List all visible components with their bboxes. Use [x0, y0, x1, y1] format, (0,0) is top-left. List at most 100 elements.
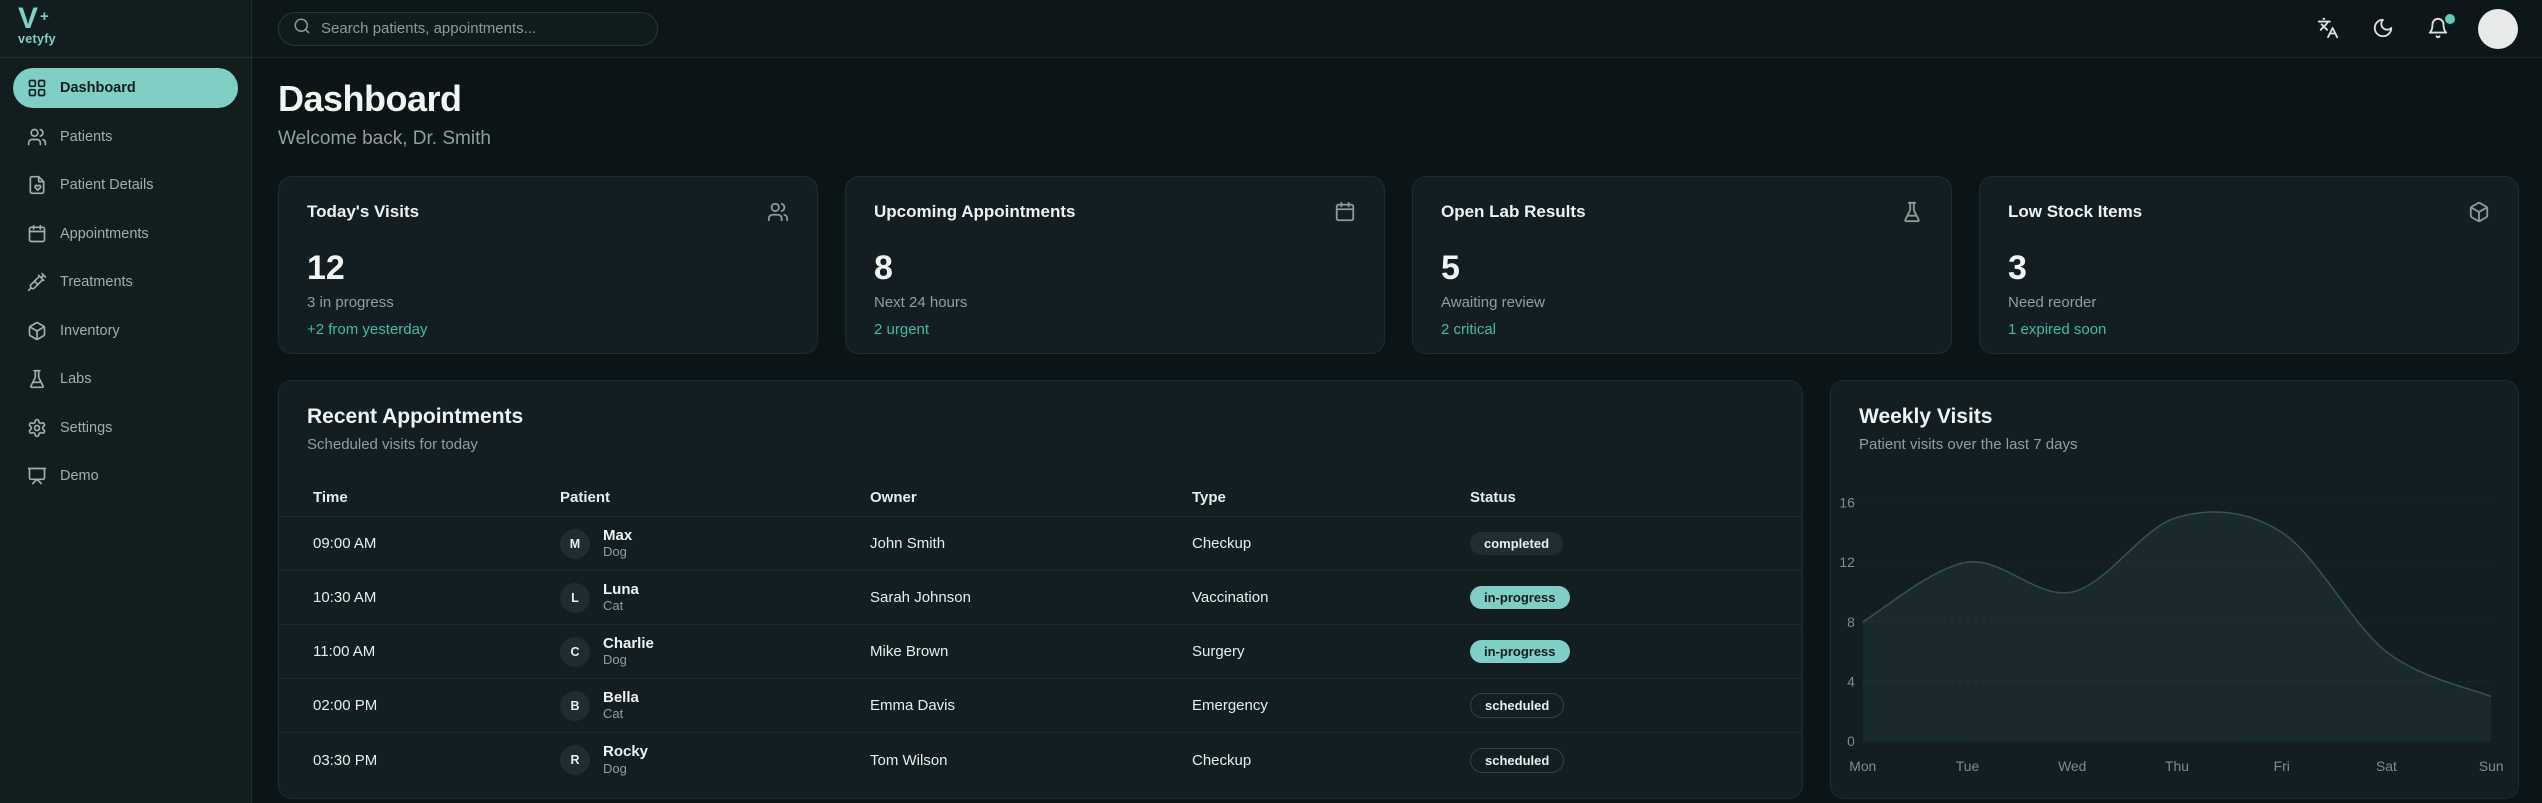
notification-dot [2445, 13, 2455, 24]
user-avatar[interactable] [2478, 8, 2518, 49]
search-icon [293, 17, 311, 40]
patient-avatar: R [560, 745, 590, 775]
sidebar-item-label: Appointments [60, 225, 149, 242]
sidebar-item-labs[interactable]: Labs [13, 359, 238, 399]
calendar-icon [27, 224, 47, 244]
svg-text:Wed: Wed [2058, 758, 2086, 774]
appointment-row-max[interactable]: 09:00 AM M Max Dog John Smith Checkup complete… [279, 517, 1802, 571]
search-input[interactable] [321, 20, 643, 37]
svg-text:Mon: Mon [1849, 758, 1876, 774]
brand-name: vetyfy [18, 32, 56, 46]
calendar-icon [1334, 201, 1356, 223]
recent-appointments-subtitle: Scheduled visits for today [307, 436, 478, 453]
sidebar-item-appointments[interactable]: Appointments [13, 214, 238, 254]
column-header-owner: Owner [870, 489, 917, 506]
notifications-button[interactable] [2427, 13, 2455, 41]
app-window: V + vetyfy Dashboard Patients Patient Detai… [0, 0, 2542, 803]
sidebar-item-inventory[interactable]: Inventory [13, 311, 238, 351]
stat-card-today-s-visits: Today's Visits 12 3 in progress +2 from yes… [278, 176, 818, 354]
svg-text:4: 4 [1847, 674, 1855, 690]
patient-species: Cat [603, 598, 624, 614]
stat-title: Low Stock Items [2008, 202, 2143, 221]
flask-icon [27, 369, 47, 389]
stat-value: 3 [2008, 249, 2027, 287]
topbar-actions [2317, 8, 2518, 49]
sidebar-item-label: Settings [60, 419, 113, 436]
patient-name: Rocky [603, 743, 649, 761]
table-body: 09:00 AM M Max Dog John Smith Checkup complete… [279, 517, 1802, 787]
appointment-type: Checkup [1192, 535, 1252, 552]
stat-subtext: Need reorder [2008, 294, 2097, 311]
main-column: Dashboard Welcome back, Dr. Smith Today'… [252, 0, 2542, 803]
moon-icon [2372, 17, 2394, 41]
stat-card-upcoming-appointments: Upcoming Appointments 8 Next 24 hours 2 urg… [845, 176, 1385, 354]
patient-name: Max [603, 526, 633, 544]
patient-species: Dog [603, 760, 627, 776]
page-subtitle: Welcome back, Dr. Smith [278, 128, 491, 149]
sidebar-item-patient-details[interactable]: Patient Details [13, 165, 238, 205]
content: Dashboard Welcome back, Dr. Smith Today'… [252, 58, 2542, 803]
status-badge: completed [1470, 532, 1564, 555]
patient-species: Dog [603, 544, 627, 560]
stat-note: 2 critical [1441, 321, 1497, 338]
svg-text:8: 8 [1847, 614, 1855, 630]
status-cell: scheduled [1470, 747, 1802, 773]
appointment-row-bella[interactable]: 02:00 PM B Bella Cat Emma Davis Emergency sche… [279, 679, 1802, 733]
patient-name: Bella [603, 688, 639, 706]
status-cell: scheduled [1470, 693, 1802, 718]
flask-icon [1901, 201, 1923, 223]
sidebar-item-label: Labs [60, 371, 92, 387]
appointment-type: Surgery [1192, 643, 1245, 660]
page-title: Dashboard [278, 78, 462, 119]
appointment-type: Vaccination [1192, 589, 1269, 606]
patient-avatar: L [560, 582, 590, 613]
sidebar-item-dashboard[interactable]: Dashboard [13, 68, 238, 108]
svg-text:Fri: Fri [2274, 758, 2290, 774]
presentation-icon [27, 466, 47, 486]
stat-subtext: Awaiting review [1441, 294, 1545, 311]
stat-card-open-lab-results: Open Lab Results 5 Awaiting review 2 critic… [1412, 176, 1952, 354]
file-heart-icon [27, 175, 47, 195]
search-box [278, 11, 658, 46]
status-badge: in-progress [1470, 640, 1570, 663]
package-icon [2468, 201, 2490, 223]
vetyfy-logo-icon: V + [18, 2, 49, 35]
sidebar-nav: Dashboard Patients Patient Details Appointm… [0, 58, 251, 496]
appointment-row-charlie[interactable]: 11:00 AM C Charlie Dog Mike Brown Surgery in-p… [279, 625, 1802, 679]
language-icon [2317, 17, 2339, 41]
users-icon [27, 127, 47, 147]
patient-cell: B Bella Cat [560, 689, 870, 722]
patient-cell: R Rocky Dog [560, 743, 870, 776]
table-header-row: Time Patient Owner Type Status [279, 479, 1802, 517]
area-fill [1862, 511, 2492, 742]
patient-cell: L Luna Cat [560, 581, 870, 614]
weekly-visits-title: Weekly Visits [1859, 405, 1993, 428]
status-badge: in-progress [1470, 586, 1570, 609]
column-header-patient: Patient [560, 489, 611, 506]
patient-cell: C Charlie Dog [560, 635, 870, 668]
brand-logo: V + vetyfy [0, 0, 251, 58]
grid-icon [27, 78, 47, 98]
sidebar-item-patients[interactable]: Patients [13, 117, 238, 157]
appointment-row-luna[interactable]: 10:30 AM L Luna Cat Sarah Johnson Vaccination… [279, 571, 1802, 625]
appointment-row-rocky[interactable]: 03:30 PM R Rocky Dog Tom Wilson Checkup schedu… [279, 733, 1802, 787]
appointment-time: 02:00 PM [313, 697, 378, 714]
appointment-time: 10:30 AM [313, 589, 377, 606]
sidebar-item-treatments[interactable]: Treatments [13, 262, 238, 302]
sidebar-item-settings[interactable]: Settings [13, 408, 238, 448]
svg-text:Sun: Sun [2479, 758, 2504, 774]
stat-note: 1 expired soon [2008, 321, 2107, 338]
recent-appointments-card: Recent Appointments Scheduled visits for… [278, 380, 1803, 799]
dark-mode-toggle[interactable] [2372, 17, 2396, 41]
owner-name: Tom Wilson [870, 751, 948, 769]
owner-name: Emma Davis [870, 697, 956, 714]
stat-value: 5 [1441, 249, 1460, 287]
sidebar-item-demo[interactable]: Demo [13, 456, 238, 496]
logo-plus-mark: + [40, 8, 49, 25]
language-button[interactable] [2317, 17, 2341, 41]
appointment-type: Checkup [1192, 751, 1252, 769]
syringe-icon [27, 272, 47, 292]
stat-value: 12 [307, 249, 345, 287]
stat-card-low-stock-items: Low Stock Items 3 Need reorder 1 expired so… [1979, 176, 2519, 354]
stat-value: 8 [874, 249, 893, 287]
